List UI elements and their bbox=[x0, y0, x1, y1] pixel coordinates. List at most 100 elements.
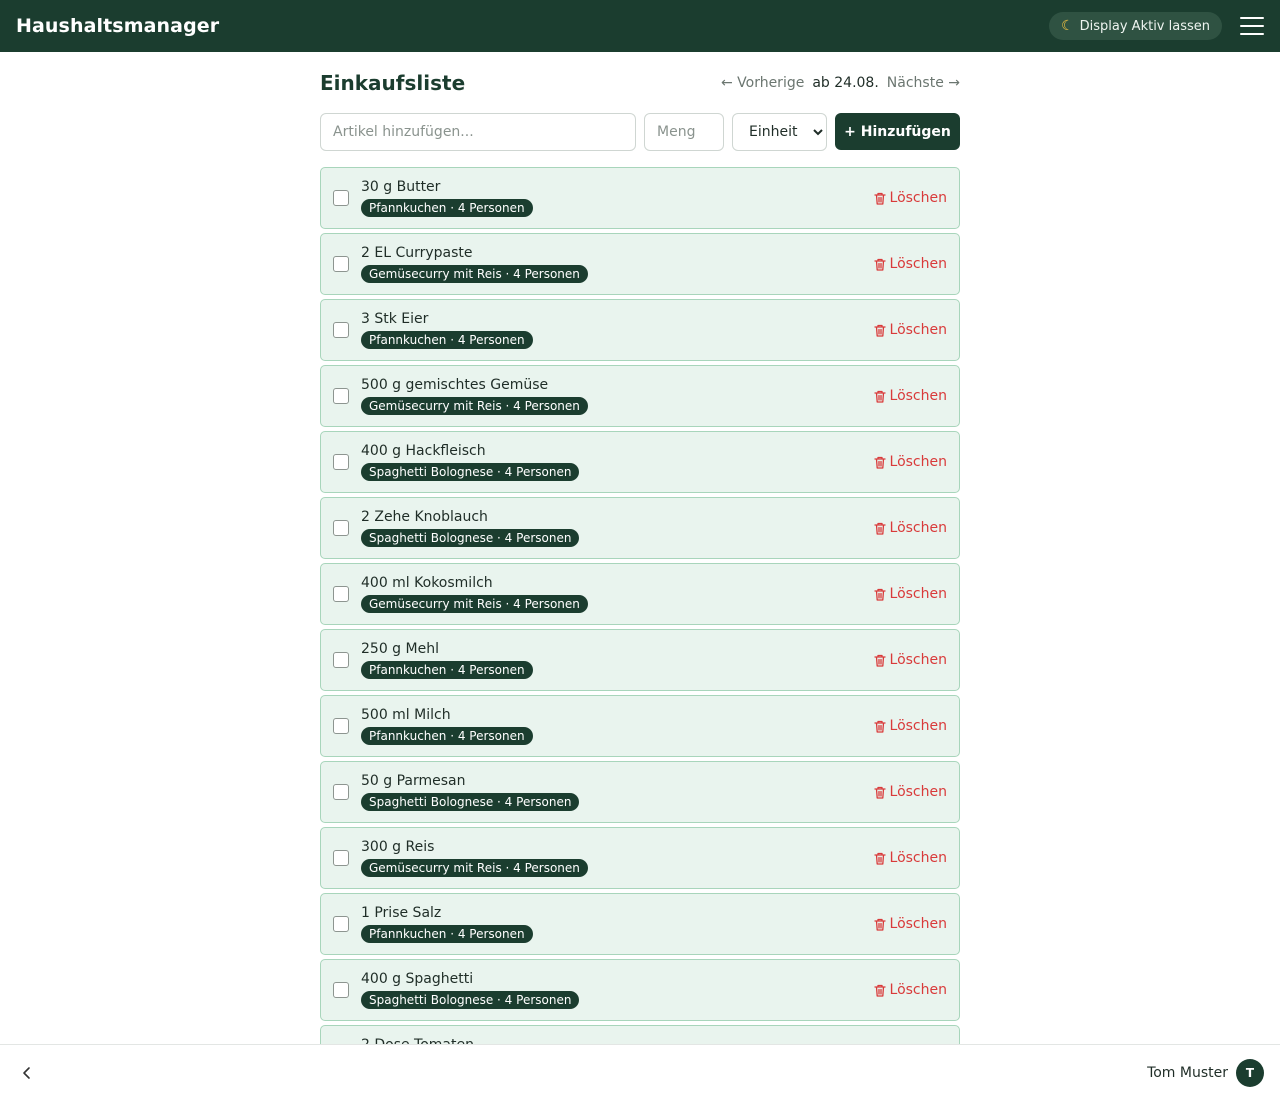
add-item-form: Einheit + Hinzufügen bbox=[320, 113, 960, 151]
bottom-bar: Tom Muster T bbox=[0, 1044, 1280, 1100]
list-item: 30 g Butter Pfannkuchen · 4 Personen Lösch… bbox=[320, 167, 960, 229]
delete-label: Löschen bbox=[889, 718, 947, 734]
item-checkbox[interactable] bbox=[333, 322, 349, 338]
list-item: 400 ml Kokosmilch Gemüsecurry mit Reis · … bbox=[320, 563, 960, 625]
quantity-input[interactable] bbox=[644, 113, 724, 151]
item-checkbox[interactable] bbox=[333, 586, 349, 602]
item-checkbox[interactable] bbox=[333, 982, 349, 998]
delete-button[interactable]: Löschen bbox=[873, 256, 947, 272]
recipe-badge: Spaghetti Bolognese · 4 Personen bbox=[361, 793, 580, 811]
item-checkbox[interactable] bbox=[333, 850, 349, 866]
delete-button[interactable]: Löschen bbox=[873, 388, 947, 404]
delete-button[interactable]: Löschen bbox=[873, 652, 947, 668]
list-item: 3 Stk Eier Pfannkuchen · 4 Personen Lösche… bbox=[320, 299, 960, 361]
delete-button[interactable]: Löschen bbox=[873, 586, 947, 602]
recipe-badge: Pfannkuchen · 4 Personen bbox=[361, 331, 533, 349]
item-name: 250 g Mehl bbox=[361, 641, 439, 657]
app-title[interactable]: Haushaltsmanager bbox=[16, 15, 219, 37]
list-item: 400 g Spaghetti Spaghetti Bolognese · 4 P… bbox=[320, 959, 960, 1021]
delete-button[interactable]: Löschen bbox=[873, 982, 947, 998]
item-checkbox[interactable] bbox=[333, 256, 349, 272]
item-content: 400 ml Kokosmilch Gemüsecurry mit Reis · … bbox=[361, 575, 874, 613]
trash-icon bbox=[873, 522, 886, 535]
item-checkbox[interactable] bbox=[333, 652, 349, 668]
item-checkbox[interactable] bbox=[333, 718, 349, 734]
recipe-badge: Gemüsecurry mit Reis · 4 Personen bbox=[361, 595, 588, 613]
keep-display-active-label: Display Aktiv lassen bbox=[1079, 18, 1210, 34]
trash-icon bbox=[873, 654, 886, 667]
list-item: 500 ml Milch Pfannkuchen · 4 Personen Lösc… bbox=[320, 695, 960, 757]
delete-button[interactable]: Löschen bbox=[873, 784, 947, 800]
delete-button[interactable]: Löschen bbox=[873, 322, 947, 338]
recipe-badge: Pfannkuchen · 4 Personen bbox=[361, 661, 533, 679]
recipe-badge: Pfannkuchen · 4 Personen bbox=[361, 925, 533, 943]
user-info[interactable]: Tom Muster T bbox=[1147, 1058, 1264, 1087]
trash-icon bbox=[873, 786, 886, 799]
list-item: 50 g Parmesan Spaghetti Bolognese · 4 Per… bbox=[320, 761, 960, 823]
trash-icon bbox=[873, 852, 886, 865]
item-content: 250 g Mehl Pfannkuchen · 4 Personen bbox=[361, 641, 874, 679]
item-content: 3 Stk Eier Pfannkuchen · 4 Personen bbox=[361, 311, 874, 349]
item-name: 500 g gemischtes Gemüse bbox=[361, 377, 549, 393]
trash-icon bbox=[873, 390, 886, 403]
list-item: 2 EL Currypaste Gemüsecurry mit Reis · 4 … bbox=[320, 233, 960, 295]
trash-icon bbox=[873, 258, 886, 271]
delete-button[interactable]: Löschen bbox=[873, 850, 947, 866]
current-week-label: ab 24.08. bbox=[812, 75, 879, 91]
item-checkbox[interactable] bbox=[333, 454, 349, 470]
main-content: Einkaufsliste ← Vorherige ab 24.08. Näch… bbox=[320, 52, 960, 1044]
chevron-left-icon[interactable] bbox=[16, 1062, 38, 1084]
item-checkbox[interactable] bbox=[333, 520, 349, 536]
item-name: 400 g Hackfleisch bbox=[361, 443, 486, 459]
add-item-button[interactable]: + Hinzufügen bbox=[835, 113, 960, 150]
item-checkbox[interactable] bbox=[333, 388, 349, 404]
item-checkbox[interactable] bbox=[333, 784, 349, 800]
list-item: 250 g Mehl Pfannkuchen · 4 Personen Lösche… bbox=[320, 629, 960, 691]
item-name-input[interactable] bbox=[320, 113, 636, 151]
delete-label: Löschen bbox=[889, 388, 947, 404]
item-name: 3 Stk Eier bbox=[361, 311, 429, 327]
delete-label: Löschen bbox=[889, 982, 947, 998]
trash-icon bbox=[873, 918, 886, 931]
delete-button[interactable]: Löschen bbox=[873, 454, 947, 470]
recipe-badge: Gemüsecurry mit Reis · 4 Personen bbox=[361, 265, 588, 283]
delete-button[interactable]: Löschen bbox=[873, 916, 947, 932]
trash-icon bbox=[873, 720, 886, 733]
keep-display-active-button[interactable]: ☾ Display Aktiv lassen bbox=[1049, 12, 1222, 40]
previous-week-link[interactable]: ← Vorherige bbox=[721, 75, 804, 91]
unit-select[interactable]: Einheit bbox=[732, 113, 827, 151]
recipe-badge: Spaghetti Bolognese · 4 Personen bbox=[361, 529, 580, 547]
delete-button[interactable]: Löschen bbox=[873, 520, 947, 536]
page-title: Einkaufsliste bbox=[320, 71, 466, 95]
recipe-badge: Pfannkuchen · 4 Personen bbox=[361, 199, 533, 217]
item-checkbox[interactable] bbox=[333, 190, 349, 206]
item-content: 300 g Reis Gemüsecurry mit Reis · 4 Perso… bbox=[361, 839, 874, 877]
item-content: 400 g Spaghetti Spaghetti Bolognese · 4 P… bbox=[361, 971, 874, 1009]
item-name: 2 Zehe Knoblauch bbox=[361, 509, 488, 525]
item-content: 400 g Hackfleisch Spaghetti Bolognese · 4… bbox=[361, 443, 874, 481]
item-name: 2 Dose Tomaten bbox=[361, 1037, 874, 1044]
delete-label: Löschen bbox=[889, 586, 947, 602]
item-content: 500 g gemischtes Gemüse Gemüsecurry mit R… bbox=[361, 377, 874, 415]
delete-label: Löschen bbox=[889, 850, 947, 866]
list-item: 2 Zehe Knoblauch Spaghetti Bolognese · 4 … bbox=[320, 497, 960, 559]
page-header: Einkaufsliste ← Vorherige ab 24.08. Näch… bbox=[320, 52, 960, 112]
item-content: 2 EL Currypaste Gemüsecurry mit Reis · 4 … bbox=[361, 245, 874, 283]
delete-label: Löschen bbox=[889, 784, 947, 800]
item-name: 50 g Parmesan bbox=[361, 773, 466, 789]
list-item: 500 g gemischtes Gemüse Gemüsecurry mit R… bbox=[320, 365, 960, 427]
delete-button[interactable]: Löschen bbox=[873, 718, 947, 734]
item-content: 1 Prise Salz Pfannkuchen · 4 Personen bbox=[361, 905, 874, 943]
hamburger-menu-icon[interactable] bbox=[1240, 17, 1264, 35]
recipe-badge: Gemüsecurry mit Reis · 4 Personen bbox=[361, 859, 588, 877]
list-item: 2 Dose TomatenSpaghetti Bolognese · 4 Pe… bbox=[320, 1025, 960, 1044]
delete-label: Löschen bbox=[889, 322, 947, 338]
delete-button[interactable]: Löschen bbox=[873, 190, 947, 206]
delete-label: Löschen bbox=[889, 454, 947, 470]
avatar: T bbox=[1236, 1058, 1264, 1087]
recipe-badge: Spaghetti Bolognese · 4 Personen bbox=[361, 463, 580, 481]
next-week-link[interactable]: Nächste → bbox=[887, 75, 960, 91]
item-checkbox[interactable] bbox=[333, 916, 349, 932]
item-name: 400 ml Kokosmilch bbox=[361, 575, 493, 591]
trash-icon bbox=[873, 192, 886, 205]
